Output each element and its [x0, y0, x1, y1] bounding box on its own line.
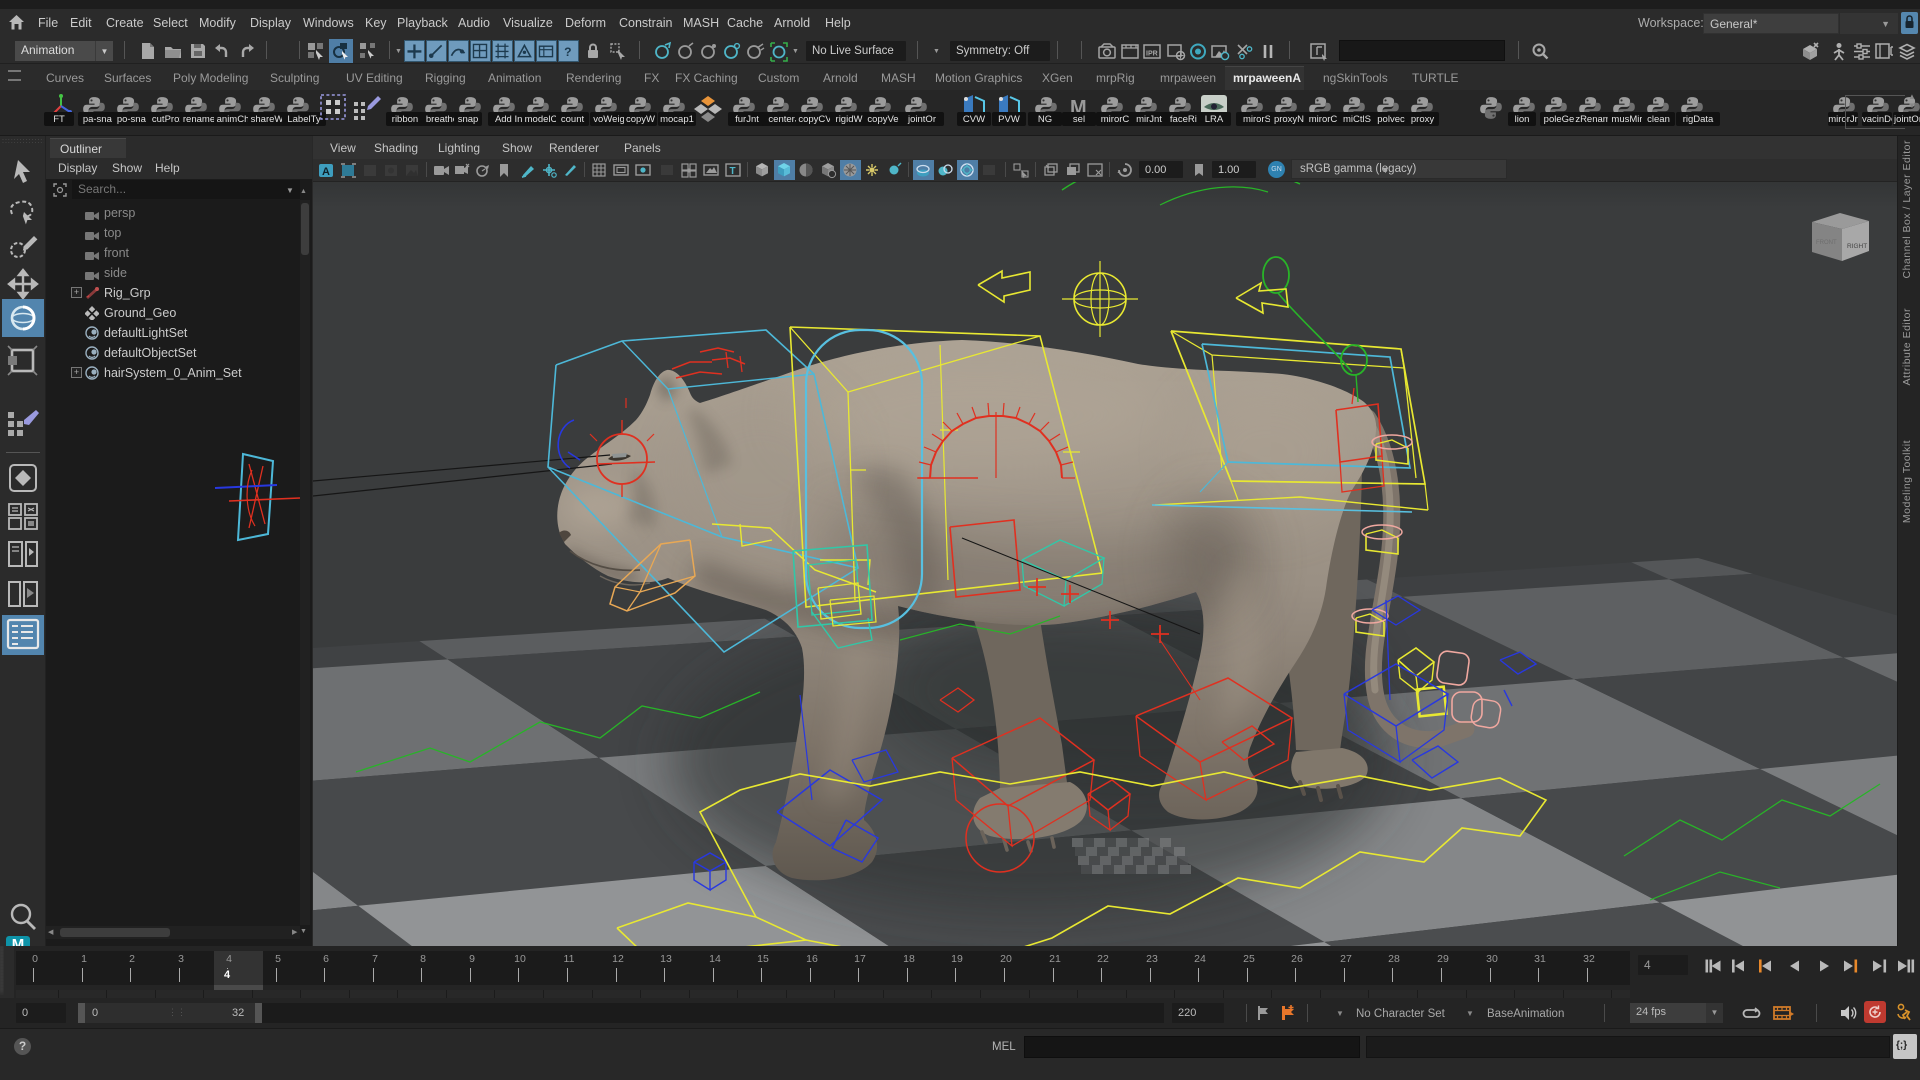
svg-text:?: ? — [564, 45, 571, 59]
svg-text:FRONT: FRONT — [1816, 240, 1837, 246]
svg-text:A: A — [322, 166, 330, 178]
svg-text:RIGHT: RIGHT — [1847, 243, 1867, 250]
svg-text:IPR: IPR — [1146, 51, 1158, 58]
svg-text:T: T — [730, 166, 736, 177]
